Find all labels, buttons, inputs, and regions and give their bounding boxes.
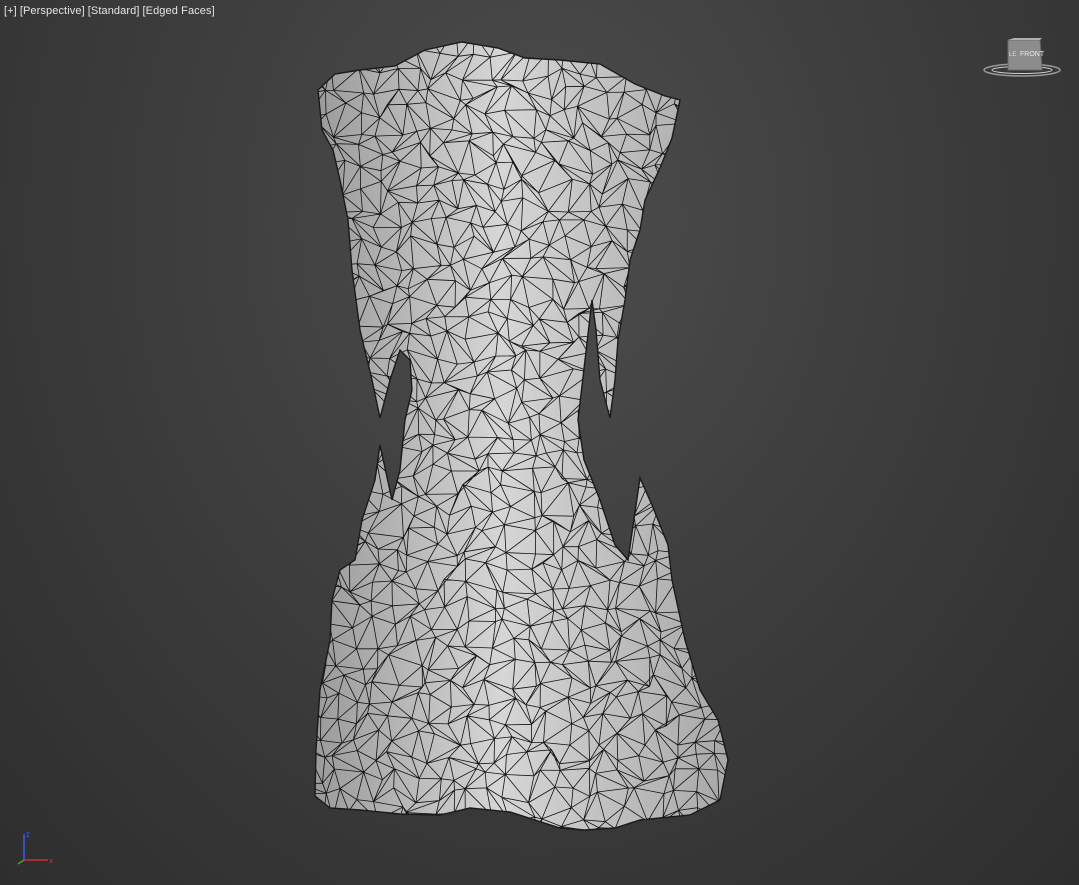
mesh-object[interactable] bbox=[0, 0, 1079, 885]
viewcube-icon[interactable]: FRONT LE bbox=[982, 36, 1062, 80]
perspective-viewport[interactable]: [+] [Perspective] [Standard] [Edged Faces] … bbox=[0, 0, 1079, 885]
axis-z-label: z bbox=[26, 830, 30, 839]
axis-tripod-icon: z x bbox=[14, 826, 58, 866]
axis-x-label: x bbox=[49, 856, 53, 865]
viewcube-front-label: FRONT bbox=[1020, 51, 1045, 58]
viewcube-left-label: LE bbox=[1009, 52, 1016, 58]
